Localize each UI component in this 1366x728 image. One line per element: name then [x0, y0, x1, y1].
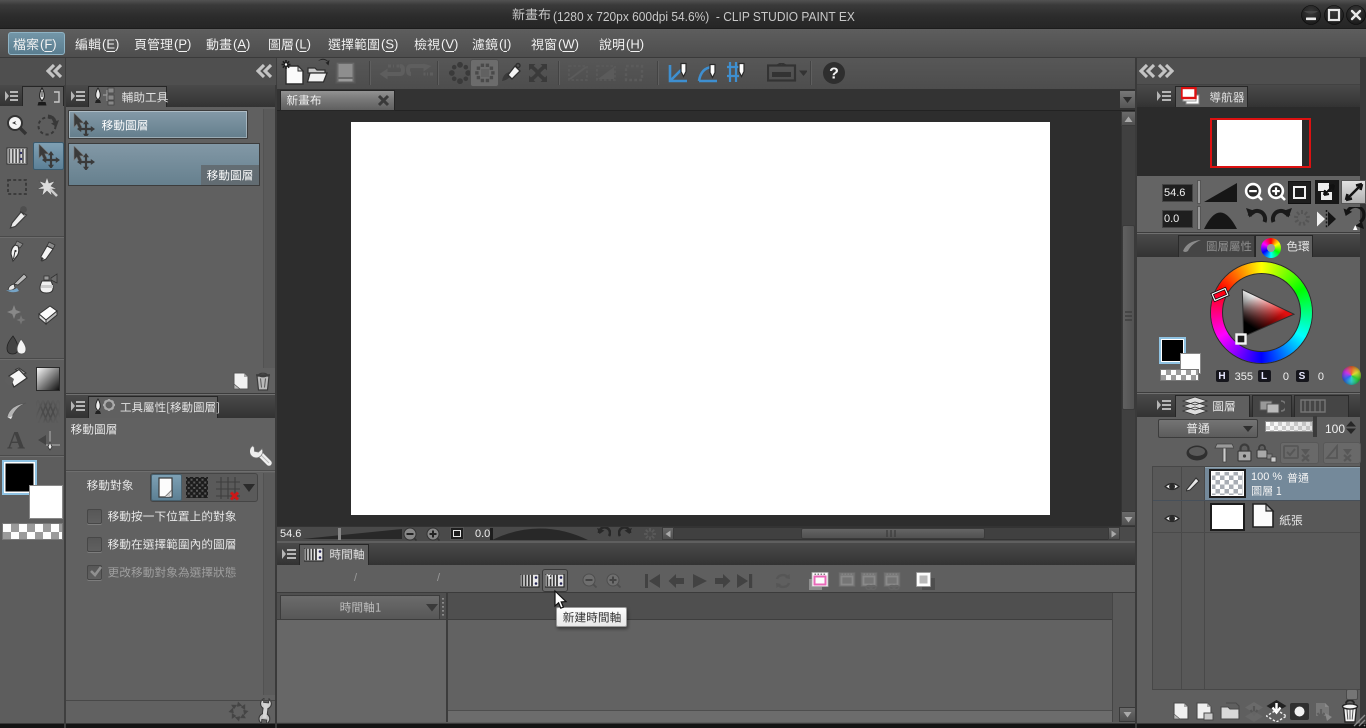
svg-text:?: ?	[829, 66, 839, 83]
